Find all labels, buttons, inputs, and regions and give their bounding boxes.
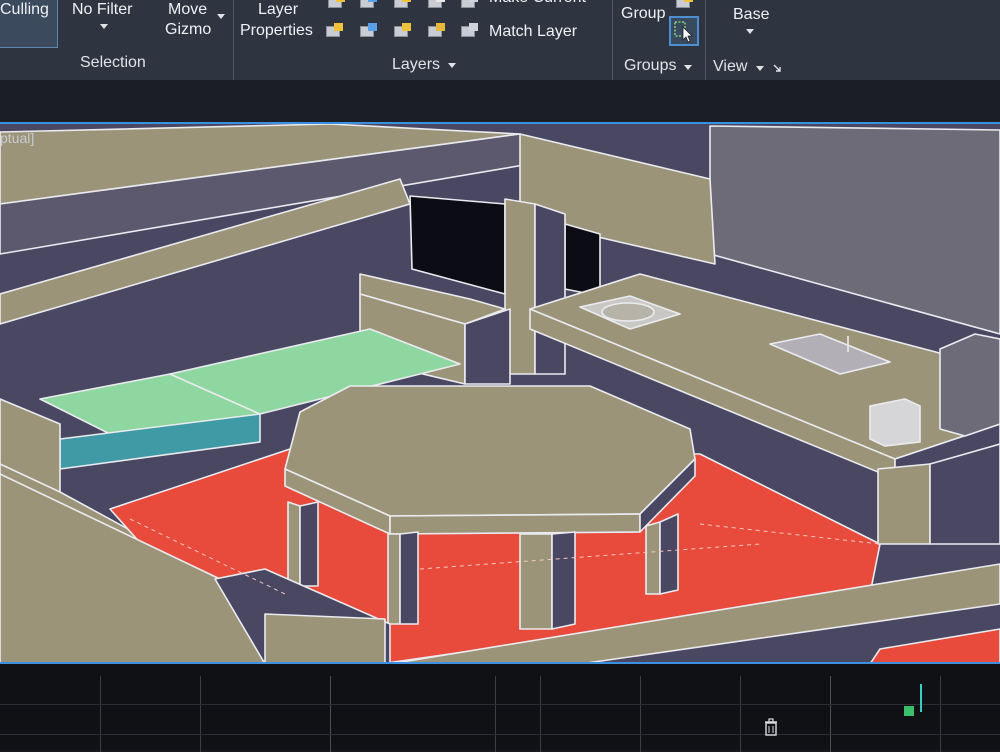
move-gizmo-label-2[interactable]: Gizmo — [165, 20, 211, 40]
file-tab-bar — [0, 80, 1000, 122]
layer-tool-icon[interactable] — [328, 0, 346, 10]
select-arrow-icon — [674, 21, 693, 43]
counter-base — [877, 463, 931, 545]
table-leg-side — [399, 531, 419, 625]
visual-style-label[interactable]: ptual] — [0, 130, 34, 146]
table-leg — [645, 521, 661, 595]
grid-line — [540, 676, 541, 752]
layer-properties-label-2[interactable]: Properties — [240, 21, 313, 41]
panel-divider — [612, 0, 613, 80]
panel-divider — [705, 0, 706, 80]
match-layer-button[interactable]: Match Layer — [489, 22, 577, 42]
chevron-down-icon — [448, 63, 456, 68]
base-view-button[interactable]: Base — [733, 5, 769, 25]
layer-tool-icon[interactable] — [428, 0, 446, 10]
tall-appliance — [939, 333, 1000, 437]
table-leg-side — [551, 531, 576, 630]
view-panel-title[interactable]: View — [713, 58, 747, 76]
layers-panel-title[interactable]: Layers — [392, 56, 440, 74]
small-appliance — [869, 398, 921, 447]
group-selection-toggle[interactable] — [669, 16, 699, 46]
make-current-icon[interactable] — [461, 0, 479, 10]
layer-freeze-icon[interactable] — [394, 23, 412, 39]
chevron-down-icon — [100, 24, 108, 29]
table-leg — [287, 501, 301, 587]
culling-label: Culling — [0, 1, 49, 18]
partition-step — [264, 613, 386, 662]
layer-tool-icon[interactable] — [394, 0, 412, 10]
ungroup-icon[interactable] — [676, 0, 694, 10]
grid-line — [495, 676, 496, 752]
grid-line — [100, 676, 101, 752]
doorway-opening — [564, 223, 601, 297]
layer-lock-icon[interactable] — [428, 23, 446, 39]
grid-line — [740, 676, 741, 752]
chevron-down-icon — [217, 14, 225, 19]
layer-off-icon[interactable] — [326, 23, 344, 39]
groups-panel-title[interactable]: Groups — [624, 57, 676, 75]
grid-line — [330, 676, 331, 752]
panel-divider — [233, 0, 234, 80]
trash-icon[interactable] — [764, 718, 778, 736]
layer-properties-label-1[interactable]: Layer — [258, 0, 298, 20]
chevron-down-icon — [684, 65, 692, 70]
table-leg — [519, 533, 553, 630]
sink-basin — [601, 302, 655, 322]
table-leg — [387, 533, 401, 625]
table-edge — [389, 513, 641, 535]
grid-line — [0, 734, 1000, 735]
cursor-marker — [920, 684, 922, 712]
table-leg-side — [659, 513, 679, 595]
3d-model-scene[interactable] — [0, 124, 1000, 662]
drawing-viewport[interactable]: ptual] — [0, 122, 1000, 662]
match-layer-icon[interactable] — [461, 23, 479, 39]
grid-line — [0, 704, 1000, 705]
group-button[interactable]: Group — [621, 4, 665, 24]
dialog-launcher-icon[interactable] — [772, 63, 782, 73]
chevron-down-icon — [746, 29, 754, 34]
chevron-down-icon — [756, 66, 764, 71]
table-leg-side — [299, 501, 319, 587]
layer-tool-icon[interactable] — [360, 0, 378, 10]
no-filter-dropdown[interactable]: No Filter — [72, 0, 132, 20]
layer-isolate-icon[interactable] — [360, 23, 378, 39]
ribbon: Culling No Filter Move Gizmo Selection L… — [0, 0, 1000, 80]
status-indicator — [904, 706, 914, 716]
grid-line — [200, 676, 201, 752]
grid-line — [940, 676, 941, 752]
make-current-button[interactable]: Make Current — [489, 0, 586, 8]
move-gizmo-label-1[interactable]: Move — [168, 0, 207, 20]
grid-line — [640, 676, 641, 752]
command-line-area — [0, 662, 1000, 752]
column-side — [534, 203, 566, 375]
selection-panel-title: Selection — [80, 54, 146, 71]
grid-line — [830, 676, 831, 752]
